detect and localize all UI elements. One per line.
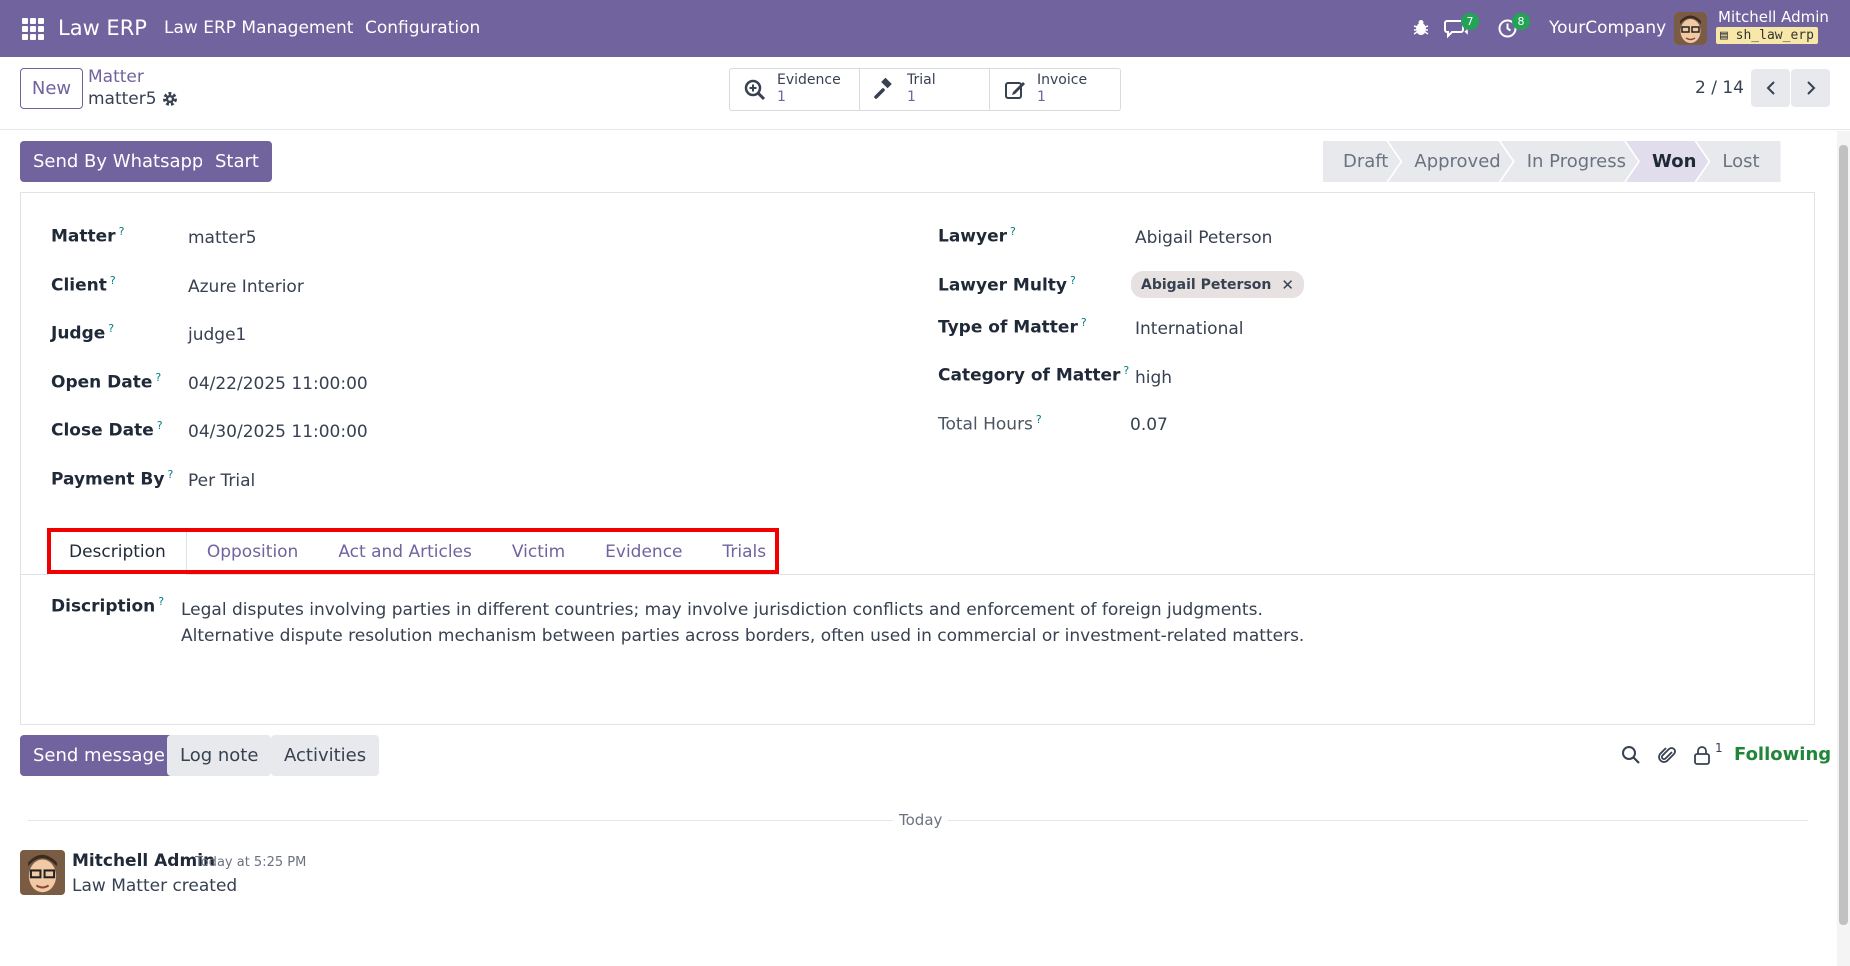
smart-buttons: Evidence 1 Trial 1 Invoice 1 <box>729 68 1121 111</box>
notebook-tabs: Description Opposition Act and Articles … <box>48 529 786 575</box>
pager-next-button[interactable] <box>1791 69 1830 107</box>
form-sheet: Matter? matter5 Client? Azure Interior J… <box>20 192 1815 725</box>
search-icon[interactable] <box>1621 745 1641 765</box>
description-line-1[interactable]: Legal disputes involving parties in diff… <box>181 600 1263 620</box>
description-line-2[interactable]: Alternative dispute resolution mechanism… <box>181 626 1304 646</box>
activities-button[interactable]: Activities <box>271 735 380 776</box>
trial-smart-button[interactable]: Trial 1 <box>860 69 990 110</box>
lawyer-field[interactable]: Abigail Peterson <box>1135 228 1272 248</box>
tab-description[interactable]: Description <box>48 529 187 575</box>
gear-icon[interactable] <box>161 90 179 108</box>
tab-evidence[interactable]: Evidence <box>585 529 702 575</box>
search-plus-icon <box>744 79 766 101</box>
stage-draft[interactable]: Draft <box>1323 141 1400 182</box>
menu-law-erp-management[interactable]: Law ERP Management <box>164 18 353 38</box>
lawyer-multy-tag: Abigail Peterson ✕ <box>1131 271 1304 298</box>
edit-icon <box>1005 82 1025 99</box>
apps-menu-icon[interactable] <box>22 18 44 40</box>
matter-label: Matter? <box>51 225 125 247</box>
category-of-matter-label: Category of Matter? <box>938 364 1130 386</box>
message-author-avatar[interactable] <box>20 850 65 895</box>
judge-field[interactable]: judge1 <box>188 325 246 345</box>
page-scrollbar[interactable] <box>1837 131 1850 966</box>
user-name[interactable]: Mitchell Admin <box>1718 8 1829 26</box>
database-badge: ▤ sh_law_erp <box>1716 27 1818 44</box>
tab-opposition[interactable]: Opposition <box>187 529 319 575</box>
type-of-matter-field[interactable]: International <box>1135 319 1244 339</box>
total-hours-field: 0.07 <box>1130 415 1168 435</box>
tab-act-and-articles[interactable]: Act and Articles <box>318 529 492 575</box>
new-button[interactable]: New <box>20 68 83 109</box>
chevron-right-icon <box>1806 81 1815 95</box>
stage-approved[interactable]: Approved <box>1388 141 1512 182</box>
pager-previous-button[interactable] <box>1751 69 1790 107</box>
tag-remove-icon[interactable]: ✕ <box>1281 276 1294 294</box>
pager-value[interactable]: 2 / 14 <box>1695 78 1744 98</box>
payment-by-label: Payment By? <box>51 468 174 490</box>
invoice-label: Invoice <box>1037 72 1088 88</box>
payment-by-field[interactable]: Per Trial <box>188 471 255 491</box>
messages-badge: 7 <box>1461 13 1479 30</box>
database-icon: ▤ <box>1720 28 1728 43</box>
status-bar: Draft Approved In Progress Won Lost <box>1323 141 1781 182</box>
paperclip-icon[interactable] <box>1658 745 1678 765</box>
company-switcher[interactable]: YourCompany <box>1549 18 1666 38</box>
stage-lost[interactable]: Lost <box>1696 141 1781 182</box>
date-divider-label: Today <box>893 811 949 829</box>
following-button[interactable]: Following <box>1734 744 1831 765</box>
close-date-field[interactable]: 04/30/2025 11:00:00 <box>188 422 368 442</box>
invoice-smart-button[interactable]: Invoice 1 <box>990 69 1120 110</box>
trial-count: 1 <box>907 89 916 105</box>
matter-field[interactable]: matter5 <box>188 228 257 248</box>
tab-victim[interactable]: Victim <box>492 529 585 575</box>
lawyer-multy-label: Lawyer Multy? <box>938 274 1076 296</box>
debug-bug-icon[interactable] <box>1411 18 1431 38</box>
message-body: Law Matter created <box>72 876 238 896</box>
invoice-count: 1 <box>1037 89 1046 105</box>
client-label: Client? <box>51 274 116 296</box>
message-author[interactable]: Mitchell Admin <box>72 851 215 871</box>
lawyer-label: Lawyer? <box>938 225 1016 247</box>
evidence-smart-button[interactable]: Evidence 1 <box>730 69 860 110</box>
log-note-button[interactable]: Log note <box>167 735 272 776</box>
menu-configuration[interactable]: Configuration <box>365 18 480 38</box>
close-date-label: Close Date? <box>51 419 163 441</box>
gavel-icon <box>874 78 892 99</box>
control-panel: New Matter matter5 Evidence 1 Trial 1 In… <box>0 57 1850 130</box>
user-avatar[interactable] <box>1674 12 1707 45</box>
scrollbar-thumb[interactable] <box>1839 145 1848 925</box>
app-brand[interactable]: Law ERP <box>58 16 147 40</box>
breadcrumb-current: matter5 <box>88 89 157 109</box>
breadcrumb-parent[interactable]: Matter <box>88 67 144 87</box>
start-button[interactable]: Start <box>202 141 272 182</box>
chevron-left-icon <box>1766 81 1775 95</box>
open-date-field[interactable]: 04/22/2025 11:00:00 <box>188 374 368 394</box>
evidence-count: 1 <box>777 89 786 105</box>
judge-label: Judge? <box>51 322 115 344</box>
database-name: sh_law_erp <box>1735 28 1814 43</box>
send-by-whatsapp-button[interactable]: Send By Whatsapp <box>20 141 217 182</box>
send-message-button[interactable]: Send message <box>20 735 178 776</box>
category-of-matter-field[interactable]: high <box>1135 368 1172 388</box>
activities-badge: 8 <box>1512 13 1530 30</box>
type-of-matter-label: Type of Matter? <box>938 316 1087 338</box>
total-hours-label: Total Hours? <box>938 413 1042 435</box>
evidence-label: Evidence <box>777 72 841 88</box>
followers-lock-icon[interactable] <box>1693 745 1711 765</box>
client-field[interactable]: Azure Interior <box>188 277 304 297</box>
top-navbar: Law ERP Law ERP Management Configuration… <box>0 0 1850 57</box>
followers-count: 1 <box>1715 741 1723 755</box>
tab-trials[interactable]: Trials <box>703 529 787 575</box>
trial-label: Trial <box>907 72 936 88</box>
open-date-label: Open Date? <box>51 371 162 393</box>
tag-label: Abigail Peterson <box>1141 276 1272 293</box>
description-label: Discription? <box>51 595 165 617</box>
stage-in-progress[interactable]: In Progress <box>1501 141 1638 182</box>
message-time: Today at 5:25 PM <box>195 855 307 870</box>
stage-won[interactable]: Won <box>1626 141 1708 182</box>
